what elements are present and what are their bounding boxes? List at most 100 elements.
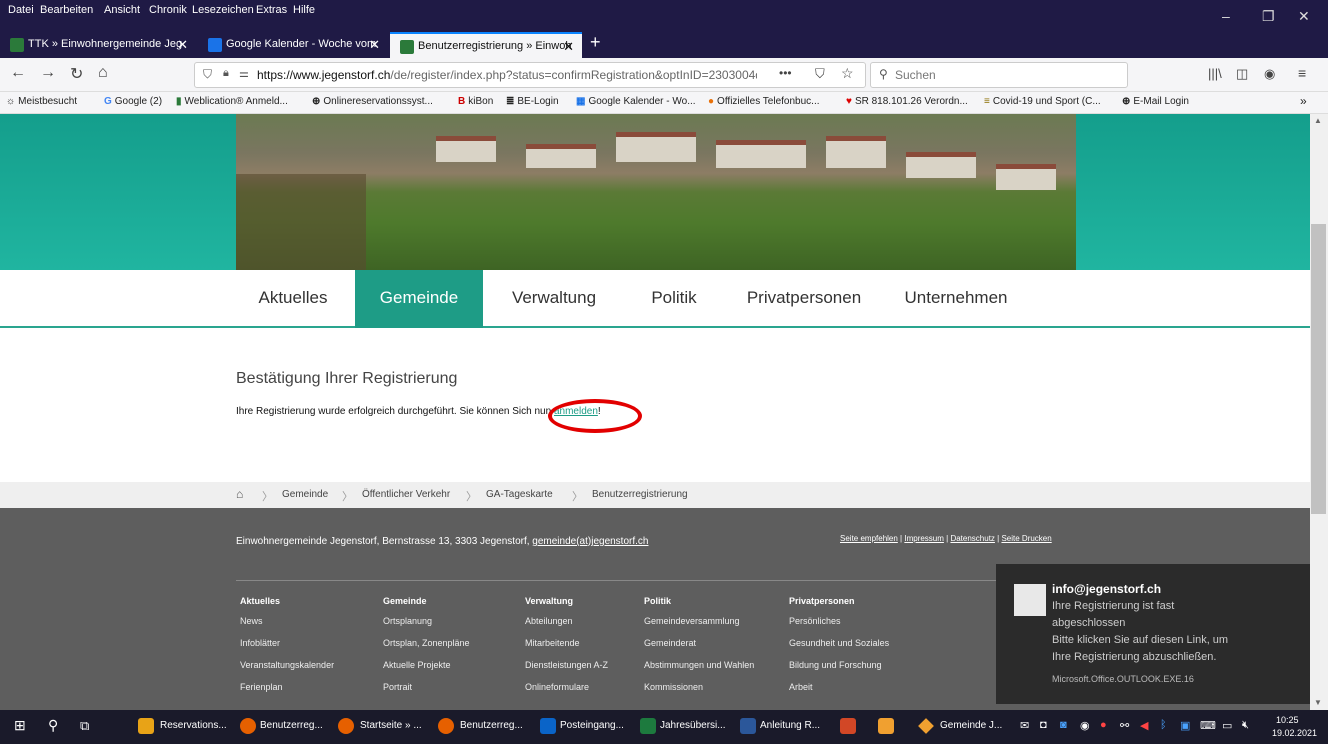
new-tab-icon[interactable]: + [590, 32, 601, 53]
excel-icon[interactable] [640, 718, 656, 734]
taskbar-item[interactable]: Jahresübersi... [660, 720, 726, 731]
footer-link[interactable]: Ortsplanung [383, 616, 470, 626]
footer-heading[interactable]: Gemeinde [383, 596, 470, 606]
datenschutz-link[interactable]: Datenschutz [950, 534, 994, 543]
record-icon[interactable]: ● [1100, 719, 1107, 731]
footer-link[interactable]: Mitarbeitende [525, 638, 608, 648]
footer-link[interactable]: Veranstaltungskalender [240, 660, 334, 670]
scroll-up-icon[interactable]: ▲ [1314, 116, 1322, 125]
footer-link[interactable]: Onlineformulare [525, 682, 608, 692]
close-icon[interactable]: ✕ [1298, 8, 1310, 25]
menu-hilfe[interactable]: Hilfe [293, 4, 315, 16]
menu-lesezeichen[interactable]: Lesezeichen [192, 4, 254, 16]
url-bar[interactable]: ⛉ 🔒︎ ⚌ https://www.jegenstorf.ch/de/regi… [194, 62, 866, 88]
account-icon[interactable]: ◉ [1264, 66, 1275, 82]
footer-link[interactable]: Gemeinderat [644, 638, 754, 648]
footer-link[interactable]: Arbeit [789, 682, 889, 692]
back-icon[interactable]: ← [10, 64, 26, 82]
taskbar-item[interactable]: Anleitung R... [760, 720, 820, 731]
reload-icon[interactable]: ↻ [70, 64, 83, 84]
firefox-icon[interactable] [240, 718, 256, 734]
bookmark-kibon[interactable]: BkiBon [458, 96, 493, 107]
footer-link[interactable]: News [240, 616, 334, 626]
firefox-icon[interactable] [338, 718, 354, 734]
outlook-tray-icon[interactable]: ◙ [1060, 719, 1067, 731]
permissions-icon[interactable]: ⚌ [239, 67, 249, 80]
page-actions-button[interactable]: ••• [779, 66, 792, 80]
search-icon[interactable]: ⚲ [48, 717, 58, 734]
footer-link[interactable]: Persönliches [789, 616, 889, 626]
search-input[interactable]: ⚲ Suchen [870, 62, 1128, 88]
bluetooth-icon[interactable]: ᛒ [1160, 719, 1167, 731]
footer-link[interactable]: Infoblätter [240, 638, 334, 648]
network-icon[interactable]: ▭ [1222, 719, 1232, 732]
minimize-icon[interactable]: – [1222, 8, 1230, 24]
bookmark-meistbesucht[interactable]: ☼ Meistbesucht [6, 96, 77, 107]
windows-start-icon[interactable]: ⊞ [14, 717, 26, 734]
forward-icon[interactable]: → [40, 64, 56, 82]
menu-ansicht[interactable]: Ansicht [104, 4, 140, 16]
footer-heading[interactable]: Politik [644, 596, 754, 606]
taskbar-item[interactable]: Reservations... [160, 720, 227, 731]
tab-google-calendar[interactable]: Google Kalender - Woche vom ✕ [198, 32, 388, 58]
seite-drucken-link[interactable]: Seite Drucken [1001, 534, 1051, 543]
footer-heading[interactable]: Privatpersonen [789, 596, 889, 606]
scroll-down-icon[interactable]: ▼ [1314, 698, 1322, 707]
footer-heading[interactable]: Verwaltung [525, 596, 608, 606]
footer-link[interactable]: Kommissionen [644, 682, 754, 692]
tab-close-icon[interactable]: ✕ [563, 39, 574, 55]
footer-link[interactable]: Gesundheit und Soziales [789, 638, 889, 648]
network-off-icon[interactable]: ⚯ [1120, 719, 1129, 732]
footer-link[interactable]: Dienstleistungen A-Z [525, 660, 608, 670]
gemeinde-app-icon[interactable] [918, 718, 934, 734]
shield-icon[interactable]: ⛉ [203, 67, 212, 82]
outlook-icon[interactable] [540, 718, 556, 734]
bookmark-sr-818[interactable]: ♥ SR 818.101.26 Verordn... [846, 96, 968, 107]
footer-link[interactable]: Abstimmungen und Wahlen [644, 660, 754, 670]
bookmark-weblication[interactable]: ▮ Weblication® Anmeld... [176, 96, 288, 107]
nav-gemeinde[interactable]: Gemeinde [355, 270, 483, 328]
home-icon[interactable]: ⌂ [236, 487, 243, 501]
lock-icon[interactable]: 🔒︎ [223, 67, 229, 80]
bookmark-google[interactable]: G Google (2) [104, 96, 162, 107]
bookmark-be-login[interactable]: ≣ BE-Login [506, 96, 559, 107]
outlook-notification-toast[interactable]: info@jegenstorf.ch Ihre Registrierung is… [996, 564, 1310, 704]
tab-close-icon[interactable]: ✕ [369, 37, 380, 53]
taskbar-item[interactable]: Posteingang... [560, 720, 624, 731]
menu-chronik[interactable]: Chronik [149, 4, 187, 16]
sidebar-icon[interactable]: ◫ [1236, 66, 1248, 82]
seite-empfehlen-link[interactable]: Seite empfehlen [840, 534, 898, 543]
bookmark-onlinereservation[interactable]: ⊕ Onlinereservationssyst... [312, 96, 433, 107]
footer-link[interactable]: Ortsplan, Zonenpläne [383, 638, 470, 648]
nav-unternehmen[interactable]: Unternehmen [884, 270, 1028, 328]
firefox-icon[interactable] [438, 718, 454, 734]
nav-privatpersonen[interactable]: Privatpersonen [724, 270, 884, 328]
footer-heading[interactable]: Aktuelles [240, 596, 334, 606]
footer-link[interactable]: Portrait [383, 682, 470, 692]
bookmarks-overflow-icon[interactable]: » [1300, 94, 1307, 108]
mail-icon[interactable]: ✉ [1020, 719, 1029, 732]
tab-ttk[interactable]: TTK » Einwohnergemeinde Jeg ✕ [0, 32, 196, 58]
bookmark-star-icon[interactable]: ☆ [841, 65, 854, 82]
menu-datei[interactable]: Datei [8, 4, 34, 16]
impressum-link[interactable]: Impressum [904, 534, 944, 543]
menu-bearbeiten[interactable]: Bearbeiten [40, 4, 93, 16]
clock-time[interactable]: 10:25 [1276, 715, 1299, 725]
pocket-icon[interactable]: ⛉ [815, 66, 825, 82]
nav-aktuelles[interactable]: Aktuelles [232, 270, 354, 328]
bookmark-google-kalender[interactable]: ▦ Google Kalender - Wo... [576, 96, 696, 107]
clock-date[interactable]: 19.02.2021 [1272, 728, 1317, 738]
bookmark-telefonbuch[interactable]: ● Offizielles Telefonbuc... [708, 96, 820, 107]
breadcrumb-gemeinde[interactable]: Gemeinde [282, 489, 328, 500]
email-link[interactable]: gemeinde(at)jegenstorf.ch [532, 536, 648, 547]
scrollbar-thumb[interactable] [1311, 224, 1326, 514]
nav-politik[interactable]: Politik [624, 270, 724, 328]
display-icon[interactable]: ▣ [1180, 719, 1190, 732]
bookmark-covid[interactable]: ≡ Covid-19 und Sport (C... [984, 96, 1101, 107]
arrow-tray-icon[interactable]: ◀ [1140, 719, 1148, 732]
task-view-icon[interactable]: ⧉ [80, 718, 89, 734]
keyboard-icon[interactable]: ⌨ [1200, 719, 1216, 732]
footer-link[interactable]: Ferienplan [240, 682, 334, 692]
taskbar-item[interactable]: Benutzerreg... [460, 720, 523, 731]
home-icon[interactable]: ⌂ [98, 64, 108, 82]
